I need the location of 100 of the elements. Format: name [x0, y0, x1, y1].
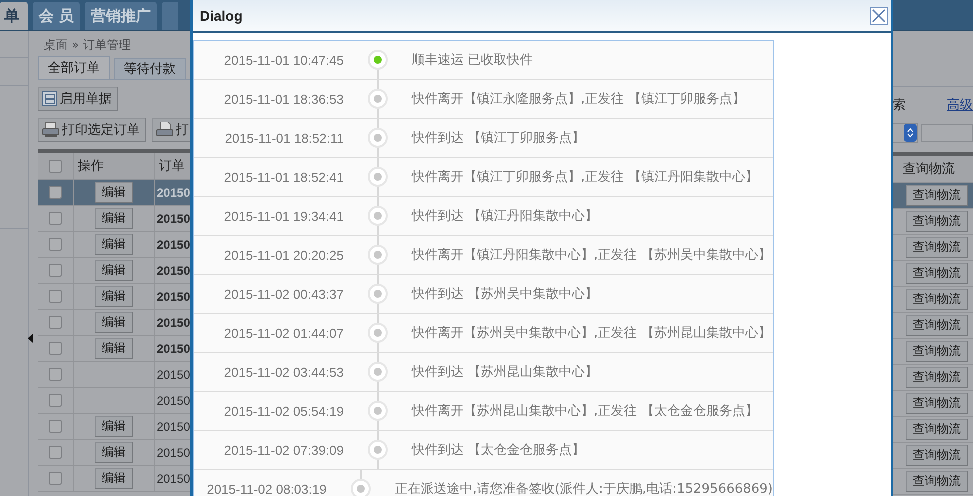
track-button[interactable]: 查询物流 — [906, 263, 968, 284]
table-row[interactable]: 编辑 20150 — [38, 232, 190, 258]
column-header: 操作 — [77, 158, 104, 175]
event-time: 2015-11-01 19:34:41 — [223, 208, 344, 224]
advanced-search-link[interactable]: 高级 — [947, 96, 973, 114]
edit-button[interactable]: 编辑 — [95, 286, 133, 307]
order-tab[interactable]: 全部订单 — [38, 56, 110, 79]
event-text: 正在派送途中,请您准备签收(派件人:于庆鹏,电话:15295666869) — [394, 481, 773, 496]
checkbox[interactable] — [49, 160, 62, 172]
table-row[interactable]: 编辑 20150 — [38, 414, 190, 440]
event-text: 快件到达 【苏州昆山集散中心】 — [412, 364, 598, 381]
table-row[interactable]: 20150 — [38, 362, 190, 388]
edit-button[interactable]: 编辑 — [95, 338, 133, 359]
track-button[interactable]: 查询物流 — [906, 315, 968, 336]
checkbox[interactable] — [49, 368, 62, 381]
nav-tab[interactable]: 单 — [0, 2, 28, 30]
collapse-arrow-icon[interactable] — [28, 334, 33, 343]
table-cell-text: 20150 — [156, 314, 190, 332]
toolbar-button[interactable]: 启用单据 — [38, 87, 118, 111]
nav-tab[interactable]: 会 员 — [33, 2, 80, 30]
table-cell-text: 20150 — [156, 470, 190, 488]
table-row[interactable]: 编辑 20150 — [38, 336, 190, 362]
checkbox[interactable] — [49, 446, 62, 459]
event-text: 快件到达 【苏州吴中集散中心】 — [412, 286, 598, 303]
table-row[interactable]: 编辑 20150 — [38, 310, 190, 336]
toolbar-button[interactable]: 打 — [152, 118, 190, 142]
table-row[interactable]: 编辑 20150 — [38, 180, 190, 206]
event-text: 快件到达 【太仓金仓服务点】 — [412, 442, 586, 459]
event-time: 2015-11-01 18:52:11 — [224, 130, 344, 146]
event-time: 2015-11-02 01:44:07 — [223, 326, 344, 340]
track-button[interactable]: 查询物流 — [906, 419, 968, 440]
table-row[interactable]: 编辑 20150 — [38, 206, 190, 232]
nav-tab[interactable] — [162, 2, 178, 30]
event-text: 快件离开【镇江丹阳集散中心】,正发往 【苏州吴中集散中心】 — [412, 247, 772, 264]
table-row[interactable]: 编辑 20150 — [38, 466, 190, 492]
track-button[interactable]: 查询物流 — [906, 445, 968, 466]
table-cell-text: 20150 — [156, 340, 190, 358]
event-time: 2015-11-02 07:39:09 — [223, 442, 344, 458]
table-cell-text: 20150 — [156, 236, 190, 254]
checkbox[interactable] — [49, 264, 62, 277]
column-header: 订单 — [158, 158, 185, 176]
checkbox[interactable] — [49, 420, 62, 433]
checkbox[interactable] — [49, 316, 62, 329]
track-button[interactable]: 查询物流 — [906, 185, 968, 206]
track-button[interactable]: 查询物流 — [906, 289, 968, 310]
printer-icon — [42, 122, 60, 138]
toolbar-button[interactable]: 打印选定订单 — [38, 118, 146, 142]
checkbox[interactable] — [49, 342, 62, 355]
event-text: 顺丰速运 已收取快件 — [412, 52, 534, 69]
table-row[interactable]: 编辑 20150 — [38, 258, 190, 284]
edit-button[interactable]: 编辑 — [95, 234, 133, 255]
breadcrumb: 桌面 » 订单管理 — [43, 37, 132, 54]
search-input[interactable] — [921, 124, 973, 142]
event-time: 2015-11-01 18:36:53 — [223, 92, 344, 106]
track-button[interactable]: 查询物流 — [906, 367, 968, 388]
track-button[interactable]: 查询物流 — [906, 341, 968, 362]
event-text: 快件到达 【镇江丹阳集散中心】 — [412, 208, 598, 225]
table-cell-text: 20150 — [156, 444, 190, 462]
select-field[interactable] — [893, 123, 918, 143]
close-button[interactable] — [870, 6, 888, 24]
table-cell-text: 20150 — [156, 366, 190, 384]
column-header: 查询物流 — [893, 156, 973, 183]
edit-button[interactable]: 编辑 — [95, 442, 133, 463]
checkbox[interactable] — [49, 290, 62, 303]
edit-button[interactable]: 编辑 — [95, 312, 133, 333]
track-button[interactable]: 查询物流 — [906, 393, 968, 414]
order-tab[interactable]: 等待付款 — [114, 58, 186, 79]
event-time: 2015-11-01 10:47:45 — [223, 52, 344, 68]
event-text: 快件离开【苏州吴中集散中心】,正发往 【苏州昆山集散中心】 — [412, 325, 772, 342]
table-cell-text: 20150 — [156, 262, 190, 280]
event-time: 2015-11-02 05:54:19 — [223, 404, 344, 418]
table-cell-text: 20150 — [156, 210, 190, 228]
track-button[interactable]: 查询物流 — [906, 237, 968, 258]
event-time: 2015-11-02 00:43:37 — [223, 286, 344, 302]
checkbox[interactable] — [49, 186, 62, 199]
event-text: 快件到达 【镇江丁卯服务点】 — [412, 130, 586, 147]
table-row[interactable]: 20150 — [38, 388, 190, 414]
track-button[interactable]: 查询物流 — [906, 211, 968, 232]
edit-button[interactable]: 编辑 — [95, 208, 133, 229]
table-cell-text: 20150 — [156, 418, 190, 436]
event-time: 2015-11-02 03:44:53 — [223, 364, 344, 380]
nav-tab[interactable]: 营销推广 — [85, 2, 158, 30]
window-icon — [42, 91, 58, 107]
printer-icon — [156, 122, 174, 138]
edit-button[interactable]: 编辑 — [95, 260, 133, 281]
edit-button[interactable]: 编辑 — [95, 416, 133, 437]
table-row[interactable]: 编辑 20150 — [38, 284, 190, 310]
spinner-arrows-icon — [907, 128, 914, 138]
edit-button[interactable]: 编辑 — [95, 182, 133, 203]
search-label: 索 — [893, 97, 906, 114]
checkbox[interactable] — [49, 212, 62, 225]
dialog-title: Dialog — [200, 8, 243, 24]
checkbox[interactable] — [49, 472, 62, 485]
table-row[interactable]: 编辑 20150 — [38, 440, 190, 466]
event-text: 快件离开【镇江丁卯服务点】,正发往 【镇江丹阳集散中心】 — [412, 169, 758, 186]
track-button[interactable]: 查询物流 — [906, 471, 968, 492]
checkbox[interactable] — [49, 394, 62, 407]
table-cell-text: 20150 — [156, 184, 190, 202]
edit-button[interactable]: 编辑 — [95, 468, 133, 489]
checkbox[interactable] — [49, 238, 62, 251]
